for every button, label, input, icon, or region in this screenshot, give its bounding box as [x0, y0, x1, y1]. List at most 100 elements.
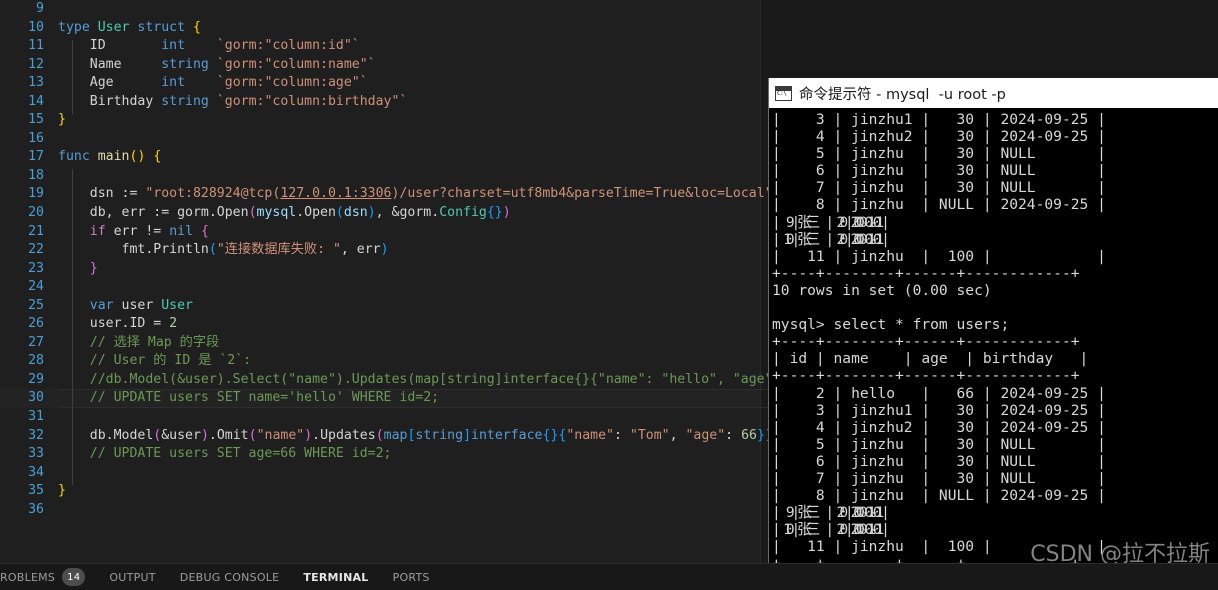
code-content-21: if err != nil {	[89, 223, 209, 239]
terminal-line: | 7 | jinzhu | 30 | NULL |	[772, 179, 1106, 197]
code-content-26: user.ID = 2	[58, 316, 178, 332]
code-line-36[interactable]: 36	[0, 501, 760, 520]
code-content-28: // User 的 ID 是 `2`:	[58, 353, 252, 369]
terminal-line: | 2 | hello | 66 | 2024-09-25 |	[772, 384, 1106, 402]
code-line-24[interactable]: 24	[0, 278, 760, 297]
line-number-9: 9	[36, 1, 44, 16]
editor-margin-separator	[760, 0, 761, 563]
code-line-15[interactable]: 15}	[0, 111, 760, 130]
code-line-11[interactable]: 11 ID int `gorm:"column:id"`	[0, 37, 760, 56]
code-line-17[interactable]: 17 func main() {	[0, 148, 760, 167]
code-content-33: // UPDATE users SET age=66 WHERE id=2;	[58, 446, 392, 462]
code-line-33[interactable]: 33 // UPDATE users SET age=66 WHERE id=2…	[0, 445, 760, 464]
panel-tab-ports[interactable]: PORTS	[381, 564, 442, 590]
panel-tab-terminal[interactable]: TERMINAL	[291, 564, 380, 590]
code-line-13[interactable]: 13 Age int `gorm:"column:age"`	[0, 74, 760, 93]
command-prompt-titlebar[interactable]: 命令提示符 - mysql -u root -p	[769, 78, 1218, 108]
terminal-line: | 5 | jinzhu | 30 | NULL |	[772, 435, 1106, 453]
code-content-17: func main() {	[58, 149, 162, 165]
indent-guide	[72, 39, 73, 114]
code-content-10: type User struct {	[58, 19, 201, 35]
line-number-23: 23	[28, 260, 44, 276]
panel-tab-label: DEBUG CONSOLE	[179, 570, 280, 584]
panel-tab-label: ROBLEMS	[0, 570, 56, 584]
line-number-13: 13	[28, 75, 44, 91]
code-line-29[interactable]: 29 //db.Model(&user).Select("name").Upda…	[0, 371, 812, 390]
panel-tab-roblems[interactable]: ROBLEMS 14	[0, 564, 97, 590]
code-content-22: fmt.Println("连接数据库失败: ", err)	[58, 242, 389, 258]
terminal-line: | 10 | 张三 | 20 | 2000-01-01 |	[772, 230, 890, 248]
line-number-22: 22	[28, 242, 44, 258]
terminal-output[interactable]: | 3 | jinzhu1 | 30 | 2024-09-25 | | 4 | j…	[769, 108, 1218, 590]
code-line-23[interactable]: 23 }	[0, 260, 760, 279]
code-content-12: Name string `gorm:"column:name"`	[58, 56, 376, 72]
line-number-18: 18	[28, 167, 44, 183]
terminal-line: +----+--------+------+------------+	[772, 367, 1080, 385]
code-content-13: Age int `gorm:"column:age"`	[58, 75, 368, 91]
code-content-20: db, err := gorm.Open(mysql.Open(dsn), &g…	[58, 205, 511, 221]
code-line-18[interactable]: 18	[0, 167, 760, 186]
code-line-19[interactable]: 19 dsn := "root:828924@tcp(127.0.0.1:330…	[0, 185, 772, 204]
code-line-25[interactable]: 25 var user User	[0, 297, 760, 316]
panel-tab-debug-console[interactable]: DEBUG CONSOLE	[168, 564, 292, 590]
line-number-35: 35	[28, 483, 44, 499]
terminal-line: | 5 | jinzhu | 30 | NULL |	[772, 145, 1106, 163]
terminal-line: | 8 | jinzhu | NULL | 2024-09-25 |	[772, 487, 1106, 505]
code-content-32: db.Model(&user).Omit("name").Updates(map…	[58, 427, 773, 443]
line-number-21: 21	[28, 223, 44, 239]
line-number-12: 12	[28, 56, 44, 72]
line-number-20: 20	[28, 205, 44, 221]
code-line-22[interactable]: 22 fmt.Println("连接数据库失败: ", err)	[0, 241, 760, 260]
code-line-26[interactable]: 26 user.ID = 2	[0, 315, 760, 334]
code-line-9[interactable]: 9	[0, 0, 760, 19]
code-line-16[interactable]: 16	[0, 130, 760, 149]
code-line-32[interactable]: 32 db.Model(&user).Omit("name").Updates(…	[0, 427, 773, 446]
panel-tab-label: OUTPUT	[109, 570, 156, 584]
panel-tab-output[interactable]: OUTPUT	[97, 564, 167, 590]
terminal-line: | id | name | age | birthday |	[772, 350, 1089, 368]
code-content-35: }	[58, 483, 66, 499]
problems-count-badge: 14	[62, 568, 86, 586]
line-number-17: 17	[28, 149, 44, 165]
code-line-12[interactable]: 12 Name string `gorm:"column:name"`	[0, 56, 760, 75]
line-number-15: 15	[28, 112, 44, 128]
code-line-20[interactable]: 20 db, err := gorm.Open(mysql.Open(dsn),…	[0, 204, 760, 223]
terminal-line: | 9 | 张三 | 20 | 2000-01-01 |	[772, 213, 890, 231]
code-line-30[interactable]: 30 // UPDATE users SET name='hello' WHER…	[0, 389, 1218, 409]
code-line-35[interactable]: 35}	[0, 482, 760, 501]
line-number-14: 14	[28, 93, 44, 109]
terminal-line: +----+--------+------+------------+	[772, 264, 1080, 282]
vscode-window: 9 10 type User struct { 11 ID int `gorm:"co…	[0, 0, 1218, 590]
code-content-25: var user User	[89, 297, 193, 313]
line-number-11: 11	[28, 38, 44, 54]
code-content-19: dsn := "root:828924@tcp(127.0.0.1:3306)/…	[58, 186, 773, 202]
code-line-31[interactable]: 31	[0, 408, 760, 427]
terminal-line: | 8 | jinzhu | NULL | 2024-09-25 |	[772, 196, 1106, 214]
code-line-27[interactable]: 27 // 选择 Map 的字段	[0, 334, 760, 353]
command-prompt-window[interactable]: 命令提示符 - mysql -u root -p | 3 | jinzhu1 |…	[768, 78, 1218, 590]
code-line-21[interactable]: 21 if err != nil {	[0, 223, 760, 242]
code-text-area[interactable]: 9 10 type User struct { 11 ID int `gorm:"co…	[0, 0, 1218, 563]
terminal-line: | 7 | jinzhu | 30 | NULL |	[772, 469, 1106, 487]
code-line-14[interactable]: 14 Birthday string `gorm:"column:birthda…	[0, 93, 760, 112]
line-number-10: 10	[28, 19, 44, 35]
bottom-panel-tabs[interactable]: ROBLEMS 14 OUTPUT DEBUG CONSOLE TERMINAL PORT…	[0, 563, 1218, 590]
line-number-34: 34	[28, 464, 44, 480]
code-content-14: Birthday string `gorm:"column:birthday"`	[58, 93, 408, 109]
code-content-27: // 选择 Map 的字段	[58, 334, 220, 350]
line-number-30: 30	[28, 390, 44, 406]
line-number-19: 19	[28, 186, 44, 202]
code-line-34[interactable]: 34	[0, 464, 760, 483]
code-line-10[interactable]: 10 type User struct {	[0, 19, 760, 38]
code-content-30: // UPDATE users SET name='hello' WHERE i…	[58, 390, 440, 406]
code-content-15: }	[58, 112, 66, 128]
line-number-33: 33	[28, 446, 44, 462]
command-prompt-title: 命令提示符 - mysql -u root -p	[799, 86, 1006, 103]
terminal-line: | 4 | jinzhu2 | 30 | 2024-09-25 |	[772, 418, 1106, 436]
code-line-28[interactable]: 28 // User 的 ID 是 `2`:	[0, 352, 760, 371]
line-number-28: 28	[28, 353, 44, 369]
panel-tab-label: TERMINAL	[303, 570, 369, 584]
terminal-line: +----+--------+------+------------+	[772, 333, 1080, 351]
line-number-31: 31	[28, 409, 44, 425]
